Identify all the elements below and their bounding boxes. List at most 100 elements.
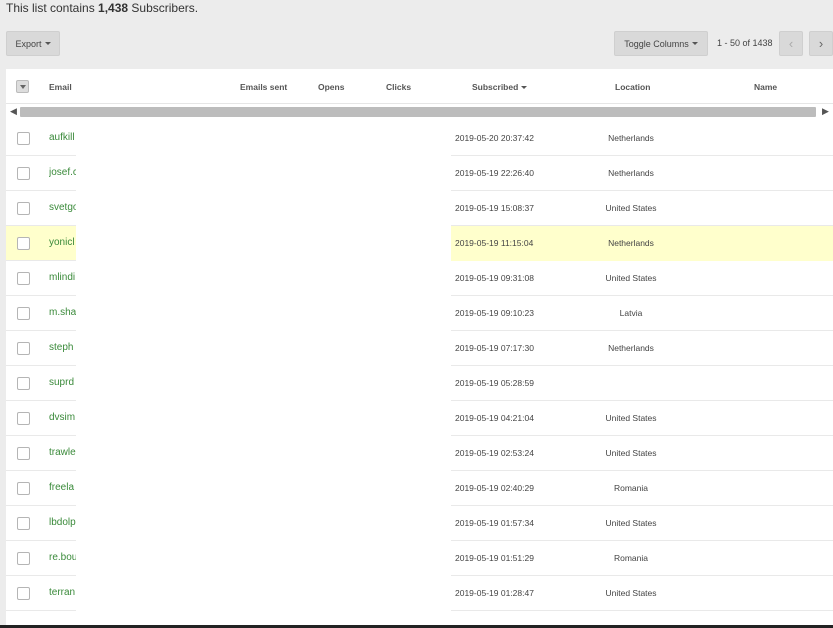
subscriber-email-link[interactable]: freela [49,482,76,493]
subscriber-email-link[interactable]: m.sha [49,307,76,318]
empty-stat-cells [76,191,451,226]
select-all-dropdown[interactable] [16,80,29,93]
subscriber-email-link[interactable]: yonicl [49,237,76,248]
location-cell: United States [605,273,657,283]
location-cell: Romania [613,483,649,493]
table-row[interactable]: yonicl 2019-05-19 11:15:04 Netherlands [6,226,833,261]
row-checkbox[interactable] [17,412,30,425]
subscriber-email-link[interactable]: re.bou [49,552,76,563]
summary-suffix: Subscribers. [128,1,199,15]
empty-stat-cells [76,541,451,576]
row-checkbox[interactable] [17,167,30,180]
column-header-name[interactable]: Name [754,82,777,92]
scroll-left-icon[interactable]: ◀ [10,106,17,117]
table-row[interactable]: freela 2019-05-19 02:40:29 Romania [6,471,833,506]
subscriber-count-summary: This list contains 1,438 Subscribers. [6,1,198,15]
next-page-button[interactable]: › [809,31,833,56]
row-checkbox[interactable] [17,237,30,250]
column-header-emails-sent[interactable]: Emails sent [240,82,287,92]
export-label: Export [15,38,42,49]
subscribed-date: 2019-05-19 05:28:59 [455,378,534,388]
row-checkbox[interactable] [17,587,30,600]
column-header-email[interactable]: Email [49,82,72,92]
row-checkbox[interactable] [17,132,30,145]
subscriber-email-link[interactable]: svetgo [49,202,76,213]
column-header-opens[interactable]: Opens [318,82,344,92]
caret-down-icon [19,84,26,89]
scroll-right-icon[interactable]: ▶ [822,106,829,117]
subscribed-date: 2019-05-19 15:08:37 [455,203,534,213]
column-header-location[interactable]: Location [615,82,650,92]
prev-page-button[interactable]: ‹ [779,31,803,56]
chevron-left-icon: ‹ [788,36,794,51]
row-checkbox[interactable] [17,377,30,390]
empty-stat-cells [76,471,451,506]
location-cell: Netherlands [608,343,654,353]
table-row[interactable]: steph 2019-05-19 07:17:30 Netherlands [6,331,833,366]
subscriber-email-link[interactable]: lbdolp [49,517,76,528]
subscriber-email-link[interactable]: steph [49,342,76,353]
subscriber-email-link[interactable]: terran [49,587,76,598]
table-row[interactable]: josef.c 2019-05-19 22:26:40 Netherlands [6,156,833,191]
empty-stat-cells [76,436,451,471]
subscriber-email-link[interactable]: aufkill [49,132,76,143]
location-cell: United States [605,518,657,528]
column-header-subscribed[interactable]: Subscribed [472,82,528,92]
subscribed-date: 2019-05-19 09:10:23 [455,308,534,318]
subscriber-count: 1,438 [98,1,129,15]
table-row[interactable]: lbdolp 2019-05-19 01:57:34 United States [6,506,833,541]
subscribed-date: 2019-05-19 01:51:29 [455,553,534,563]
table-row[interactable]: svetgo 2019-05-19 15:08:37 United States [6,191,833,226]
scrollbar-thumb[interactable] [20,107,816,117]
empty-stat-cells [76,121,451,156]
location-cell: United States [605,413,657,423]
table-row[interactable]: re.bou 2019-05-19 01:51:29 Romania [6,541,833,576]
location-cell: Netherlands [608,133,654,143]
subscribed-date: 2019-05-19 02:53:24 [455,448,534,458]
subscribed-date: 2019-05-20 20:37:42 [455,133,534,143]
subscribed-header-label: Subscribed [472,82,519,92]
table-row[interactable]: m.sha 2019-05-19 09:10:23 Latvia [6,296,833,331]
row-checkbox[interactable] [17,552,30,565]
row-checkbox[interactable] [17,447,30,460]
row-checkbox[interactable] [17,342,30,355]
subscriber-email-link[interactable]: mlindi [49,272,76,283]
column-header-clicks[interactable]: Clicks [386,82,411,92]
empty-stat-cells [76,366,451,401]
subscriber-email-link[interactable]: suprd [49,377,76,388]
subscribed-date: 2019-05-19 01:28:47 [455,588,534,598]
subscriber-email-link[interactable]: dvsim [49,412,76,423]
row-checkbox[interactable] [17,482,30,495]
table-row[interactable]: trawle 2019-05-19 02:53:24 United States [6,436,833,471]
row-checkbox[interactable] [17,307,30,320]
row-checkbox[interactable] [17,202,30,215]
table-row[interactable]: suprd 2019-05-19 05:28:59 [6,366,833,401]
table-header: Email Emails sent Opens Clicks Subscribe… [6,69,833,104]
empty-stat-cells [76,261,451,296]
subscribed-date: 2019-05-19 22:26:40 [455,168,534,178]
subscribed-date: 2019-05-19 04:21:04 [455,413,534,423]
location-cell: United States [605,203,657,213]
row-checkbox[interactable] [17,517,30,530]
subscriber-email-link[interactable]: trawle [49,447,76,458]
empty-stat-cells [76,296,451,331]
caret-down-icon [44,42,51,45]
table-row[interactable]: dvsim 2019-05-19 04:21:04 United States [6,401,833,436]
empty-stat-cells [76,331,451,366]
summary-prefix: This list contains [6,1,99,15]
table-row[interactable]: terran 2019-05-19 01:28:47 United States [6,576,833,611]
toggle-columns-button[interactable]: Toggle Columns [614,31,708,56]
empty-stat-cells [76,156,451,191]
horizontal-scrollbar[interactable]: ◀ ▶ [6,104,833,120]
location-cell: Netherlands [608,168,654,178]
empty-stat-cells [76,401,451,436]
toggle-columns-label: Toggle Columns [624,38,689,49]
table-row[interactable]: mlindi 2019-05-19 09:31:08 United States [6,261,833,296]
subscriber-email-link[interactable]: josef.c [49,167,76,178]
row-checkbox[interactable] [17,272,30,285]
empty-stat-cells [76,506,451,541]
export-button[interactable]: Export [6,31,60,56]
subscribed-date: 2019-05-19 01:57:34 [455,518,534,528]
sort-desc-icon [521,86,528,90]
table-row[interactable]: aufkill 2019-05-20 20:37:42 Netherlands [6,121,833,156]
